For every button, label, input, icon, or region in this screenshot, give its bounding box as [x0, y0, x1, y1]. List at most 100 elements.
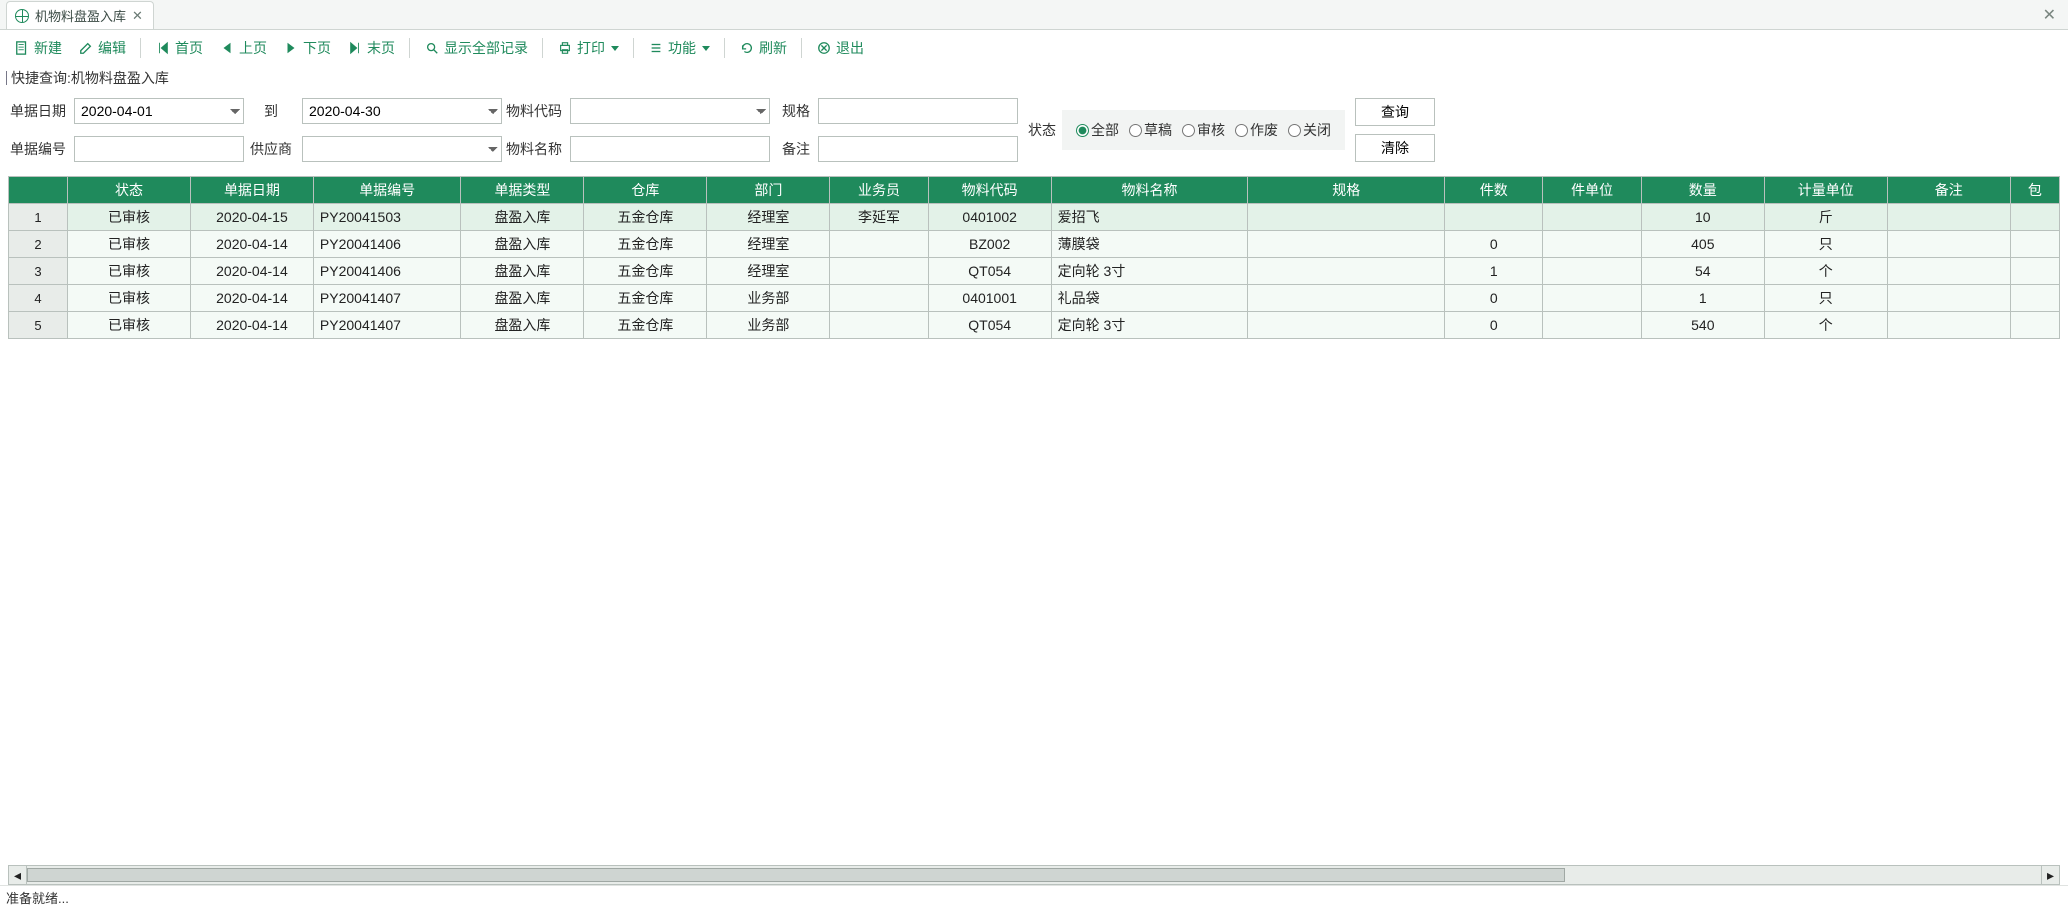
row-number[interactable]: 1 — [9, 204, 68, 231]
status-radio-draft[interactable]: 草稿 — [1129, 120, 1172, 140]
grid-cell[interactable] — [1248, 231, 1445, 258]
grid-cell[interactable]: 10 — [1641, 204, 1764, 231]
grid-cell[interactable]: 礼品袋 — [1051, 285, 1248, 312]
grid-cell[interactable]: 只 — [1764, 231, 1887, 258]
grid-cell[interactable]: 经理室 — [707, 204, 830, 231]
grid-cell[interactable]: 1 — [1445, 258, 1543, 285]
grid-cell[interactable]: 盘盈入库 — [461, 285, 584, 312]
grid-cell[interactable] — [1887, 285, 2010, 312]
grid-cell[interactable] — [1887, 312, 2010, 339]
grid-cell[interactable] — [830, 285, 928, 312]
edit-button[interactable]: 编辑 — [72, 36, 132, 60]
grid-cell[interactable]: 五金仓库 — [584, 285, 707, 312]
supplier-input[interactable] — [302, 136, 502, 162]
grid-cell[interactable] — [830, 312, 928, 339]
grid-cell[interactable]: 薄膜袋 — [1051, 231, 1248, 258]
refresh-button[interactable]: 刷新 — [733, 36, 793, 60]
grid-cell[interactable]: 已审核 — [68, 312, 191, 339]
grid-cell[interactable]: 业务部 — [707, 285, 830, 312]
grid-cell[interactable]: 五金仓库 — [584, 231, 707, 258]
grid-cell[interactable] — [1543, 285, 1641, 312]
status-radio-close[interactable]: 关闭 — [1288, 120, 1331, 140]
clear-button[interactable]: 清除 — [1355, 134, 1435, 162]
grid-cell[interactable] — [830, 231, 928, 258]
grid-header[interactable]: 业务员 — [830, 177, 928, 204]
grid-header[interactable]: 单据日期 — [190, 177, 313, 204]
grid-cell[interactable] — [2010, 312, 2059, 339]
app-close-icon[interactable]: ✕ — [2031, 1, 2068, 29]
grid-header[interactable]: 包 — [2010, 177, 2059, 204]
table-row[interactable]: 3已审核2020-04-14PY20041406盘盈入库五金仓库经理室QT054… — [9, 258, 2060, 285]
tab-active[interactable]: 机物料盘盈入库 ✕ — [6, 1, 154, 29]
grid-header[interactable]: 物料代码 — [928, 177, 1051, 204]
grid-cell[interactable] — [1248, 285, 1445, 312]
grid-cell[interactable]: 五金仓库 — [584, 204, 707, 231]
grid-cell[interactable]: 业务部 — [707, 312, 830, 339]
grid-cell[interactable]: 2020-04-14 — [190, 258, 313, 285]
scroll-thumb[interactable] — [27, 868, 1565, 882]
first-page-button[interactable]: 首页 — [149, 36, 209, 60]
prev-page-button[interactable]: 上页 — [213, 36, 273, 60]
grid-header[interactable]: 件数 — [1445, 177, 1543, 204]
grid-cell[interactable]: QT054 — [928, 258, 1051, 285]
status-radio-all[interactable]: 全部 — [1076, 120, 1119, 140]
grid-cell[interactable]: 0401002 — [928, 204, 1051, 231]
grid-cell[interactable]: 盘盈入库 — [461, 204, 584, 231]
grid-cell[interactable] — [1543, 312, 1641, 339]
grid-header[interactable]: 数量 — [1641, 177, 1764, 204]
grid-cell[interactable]: 定向轮 3寸 — [1051, 258, 1248, 285]
next-page-button[interactable]: 下页 — [277, 36, 337, 60]
grid-header[interactable]: 部门 — [707, 177, 830, 204]
tab-close-icon[interactable]: ✕ — [132, 8, 143, 24]
grid-cell[interactable]: 2020-04-14 — [190, 231, 313, 258]
grid-cell[interactable]: 五金仓库 — [584, 312, 707, 339]
grid-cell[interactable]: 经理室 — [707, 258, 830, 285]
grid-scroll[interactable]: 状态单据日期单据编号单据类型仓库部门业务员物料代码物料名称规格件数件单位数量计量… — [8, 176, 2060, 865]
grid-cell[interactable]: 405 — [1641, 231, 1764, 258]
grid-cell[interactable]: 五金仓库 — [584, 258, 707, 285]
grid-cell[interactable] — [1248, 312, 1445, 339]
mat-code-input[interactable] — [570, 98, 770, 124]
grid-cell[interactable]: 0401001 — [928, 285, 1051, 312]
grid-cell[interactable] — [1543, 204, 1641, 231]
grid-cell[interactable]: 已审核 — [68, 204, 191, 231]
grid-cell[interactable]: 54 — [1641, 258, 1764, 285]
query-button[interactable]: 查询 — [1355, 98, 1435, 126]
grid-header[interactable]: 状态 — [68, 177, 191, 204]
grid-cell[interactable] — [1887, 258, 2010, 285]
grid-cell[interactable] — [2010, 204, 2059, 231]
grid-cell[interactable] — [1248, 204, 1445, 231]
grid-cell[interactable]: PY20041406 — [313, 258, 461, 285]
date-from-input[interactable]: 2020-04-01 — [74, 98, 244, 124]
grid-cell[interactable]: 定向轮 3寸 — [1051, 312, 1248, 339]
grid-cell[interactable] — [1887, 204, 2010, 231]
grid-cell[interactable] — [1248, 258, 1445, 285]
row-number[interactable]: 4 — [9, 285, 68, 312]
grid-cell[interactable] — [2010, 231, 2059, 258]
grid-header[interactable]: 计量单位 — [1764, 177, 1887, 204]
grid-header[interactable]: 规格 — [1248, 177, 1445, 204]
row-number[interactable]: 5 — [9, 312, 68, 339]
table-row[interactable]: 1已审核2020-04-15PY20041503盘盈入库五金仓库经理室李延军04… — [9, 204, 2060, 231]
grid-cell[interactable]: 李延军 — [830, 204, 928, 231]
grid-cell[interactable]: 个 — [1764, 258, 1887, 285]
grid-cell[interactable]: 斤 — [1764, 204, 1887, 231]
grid-cell[interactable]: 0 — [1445, 231, 1543, 258]
grid-cell[interactable] — [1887, 231, 2010, 258]
grid-header[interactable]: 备注 — [1887, 177, 2010, 204]
grid-cell[interactable]: 盘盈入库 — [461, 258, 584, 285]
grid-cell[interactable]: 1 — [1641, 285, 1764, 312]
grid-cell[interactable] — [2010, 258, 2059, 285]
grid-cell[interactable]: 已审核 — [68, 285, 191, 312]
exit-button[interactable]: 退出 — [810, 36, 870, 60]
row-number[interactable]: 3 — [9, 258, 68, 285]
table-row[interactable]: 5已审核2020-04-14PY20041407盘盈入库五金仓库业务部QT054… — [9, 312, 2060, 339]
grid-cell[interactable]: PY20041407 — [313, 285, 461, 312]
horizontal-scrollbar[interactable]: ◂ ▸ — [8, 865, 2060, 885]
grid-cell[interactable]: 经理室 — [707, 231, 830, 258]
grid-cell[interactable] — [1543, 231, 1641, 258]
grid-cell[interactable] — [830, 258, 928, 285]
grid-cell[interactable]: 个 — [1764, 312, 1887, 339]
grid-cell[interactable]: PY20041407 — [313, 312, 461, 339]
grid-cell[interactable]: 盘盈入库 — [461, 231, 584, 258]
